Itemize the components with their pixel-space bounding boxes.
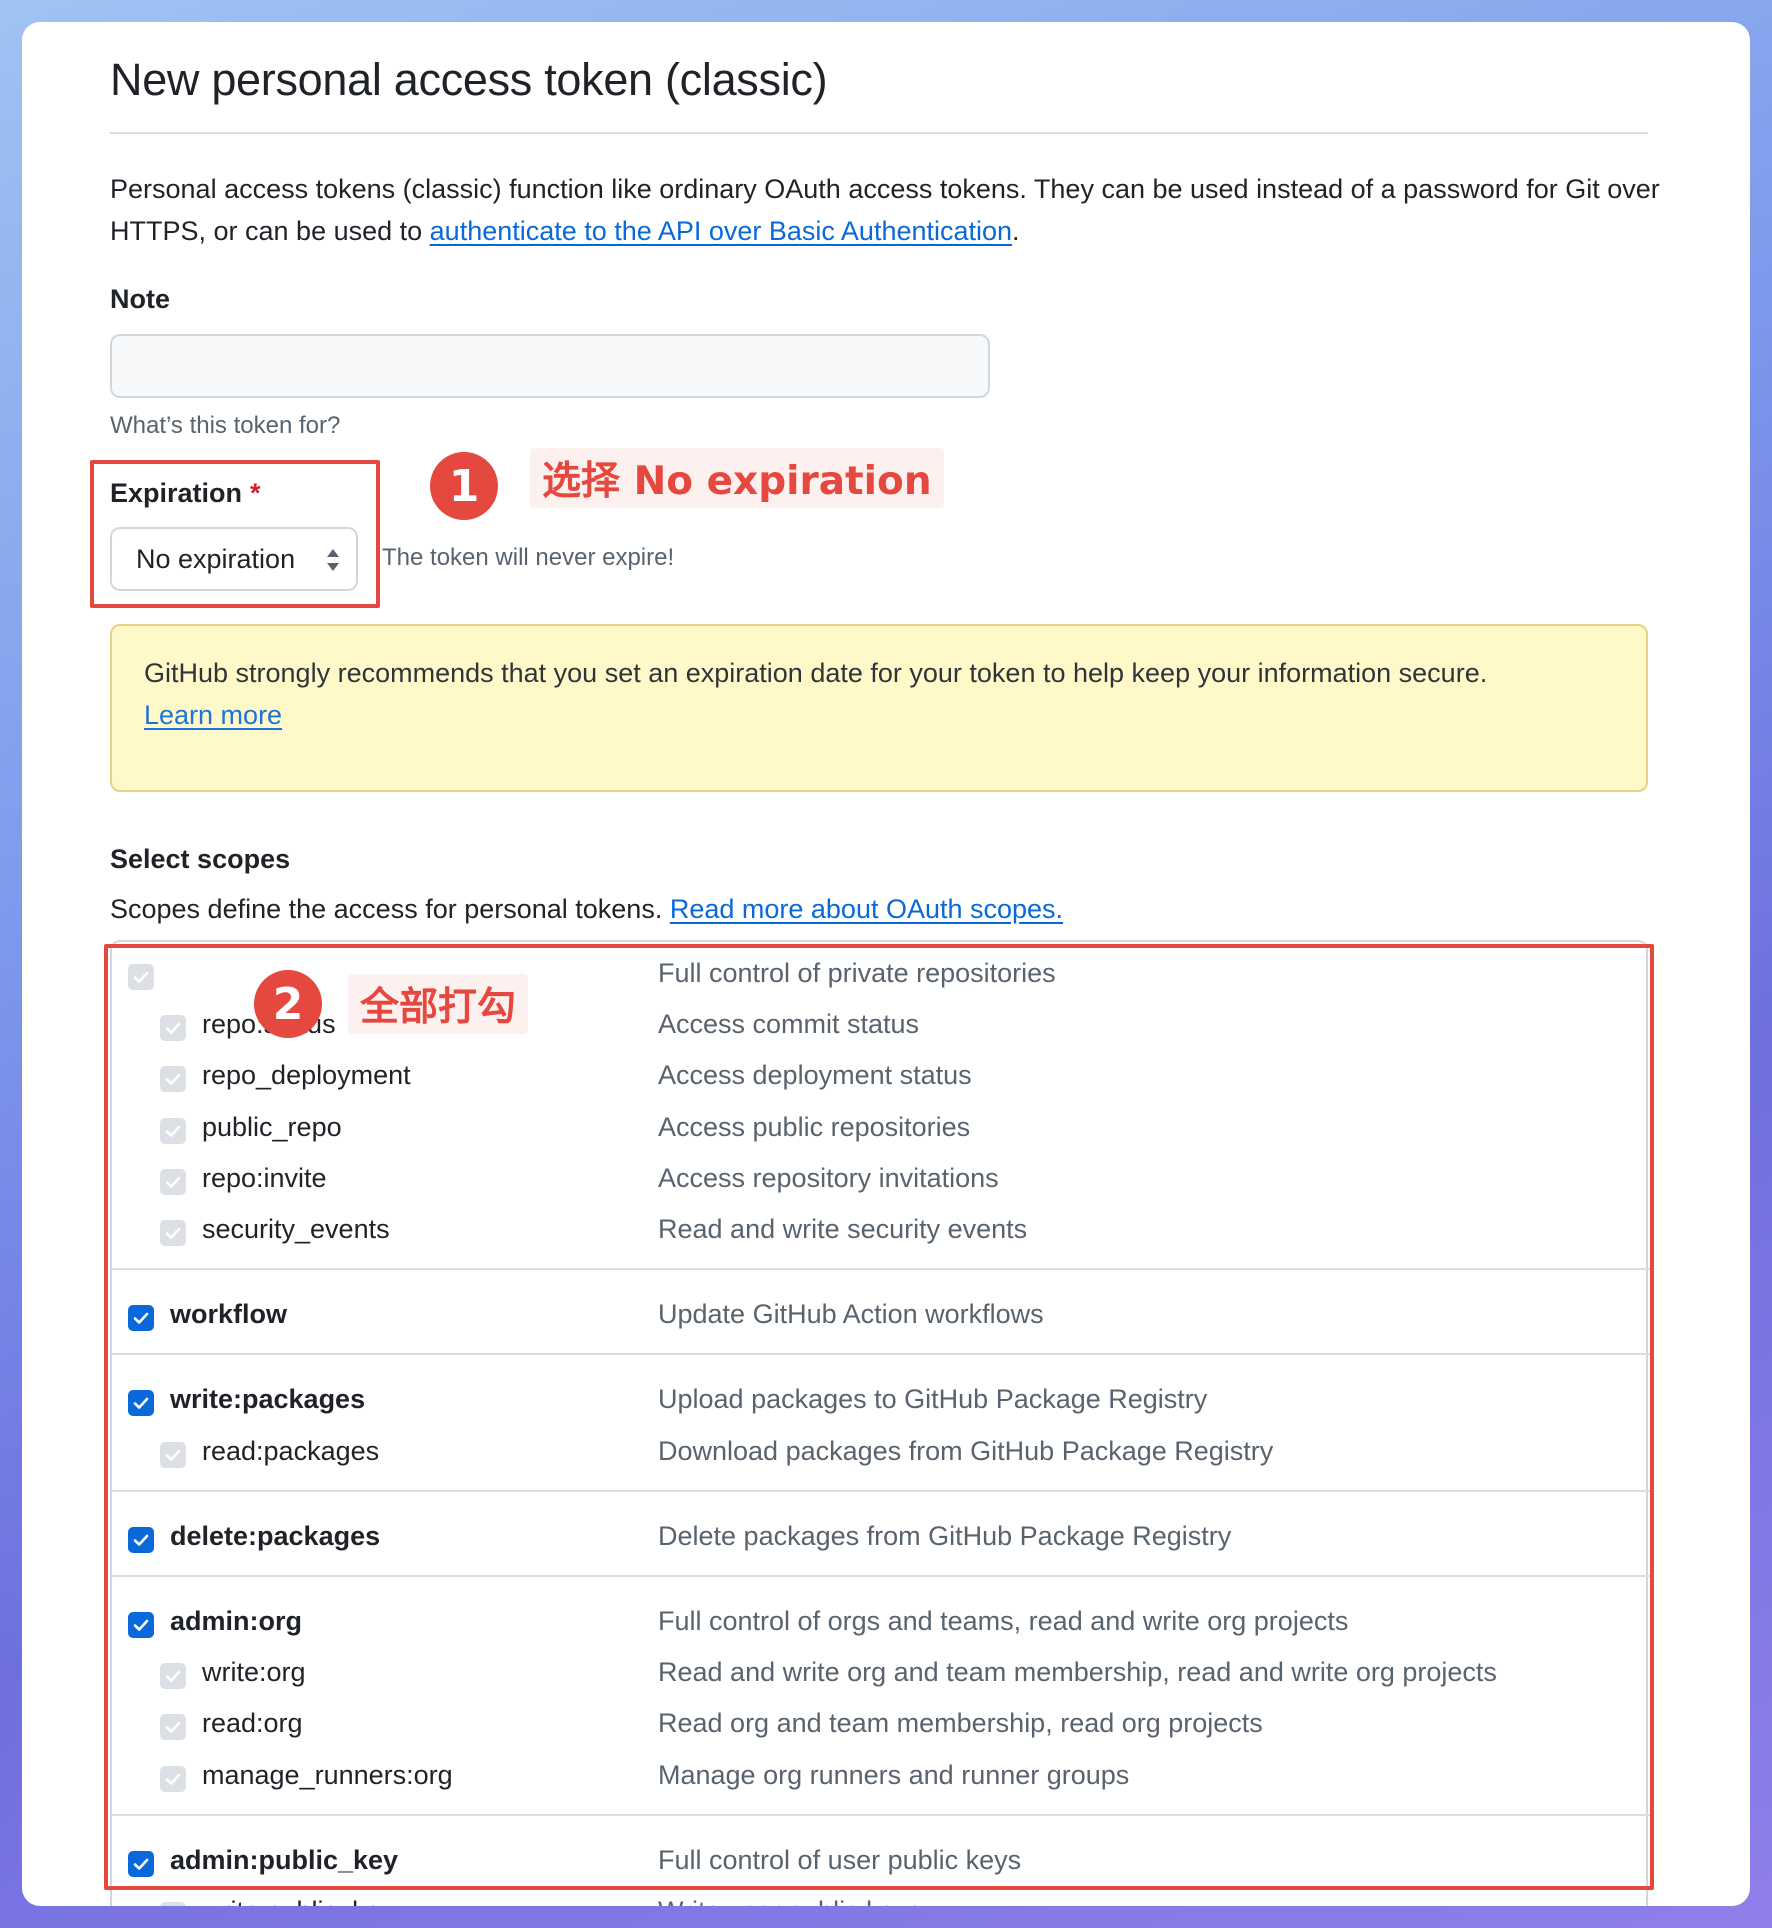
- learn-more-link[interactable]: Learn more: [144, 700, 282, 730]
- scope-name: write:public_key: [202, 1896, 394, 1906]
- scope-name: read:packages: [202, 1435, 380, 1466]
- scope-description: Access public repositories: [658, 1111, 971, 1142]
- scope-group-divider: [112, 1575, 1650, 1577]
- scope-name: workflow: [170, 1299, 288, 1330]
- scope-description: Read org and team membership, read org p…: [658, 1708, 1263, 1739]
- step2-callout: 全部打勾: [348, 974, 529, 1034]
- step1-highlight-box: [90, 460, 380, 608]
- scope-checkbox[interactable]: [128, 1850, 154, 1877]
- oauth-scopes-link[interactable]: Read more about OAuth scopes.: [670, 894, 1063, 924]
- scope-checkbox[interactable]: [128, 964, 154, 990]
- scope-name: write:packages: [170, 1384, 366, 1415]
- scope-subrow: public_repo Access public repositories: [112, 1106, 1650, 1156]
- scope-checkbox[interactable]: [128, 1612, 154, 1638]
- scope-description: Delete packages from GitHub Package Regi…: [658, 1520, 1232, 1551]
- scope-row: workflow Update GitHub Action workflows: [112, 1293, 1650, 1343]
- scope-row: write:packages Upload packages to GitHub …: [112, 1378, 1650, 1428]
- scope-row: admin:public_key Full control of user pub…: [112, 1839, 1650, 1889]
- scope-group-divider: [112, 1813, 1650, 1816]
- scopes-heading: Select scopes: [110, 844, 291, 874]
- scope-subrow: security_events Read and write security e…: [112, 1208, 1650, 1258]
- scope-checkbox[interactable]: [160, 1015, 186, 1042]
- scope-description: Full control of user public keys: [658, 1844, 1022, 1875]
- scope-name: admin:org: [170, 1606, 302, 1636]
- scope-checkbox[interactable]: [160, 1441, 186, 1468]
- scope-description: Download packages from GitHub Package Re…: [658, 1435, 1274, 1466]
- step1-badge: 1: [430, 452, 498, 520]
- note-label: Note: [110, 284, 170, 314]
- scope-description: Upload packages to GitHub Package Regist…: [658, 1384, 1208, 1415]
- scope-checkbox[interactable]: [160, 1117, 186, 1144]
- token-form-card: New personal access token (classic) Pers…: [22, 22, 1750, 1906]
- scope-subrow: repo:statusAccess commit status: [112, 1003, 1650, 1053]
- page-title: New personal access token (classic): [110, 54, 828, 105]
- scope-description: Full control of private repositories: [658, 958, 1056, 988]
- expiration-note: The token will never expire!: [382, 544, 675, 571]
- scope-checkbox[interactable]: [160, 1902, 186, 1906]
- scope-name: security_events: [202, 1214, 390, 1244]
- scope-checkbox[interactable]: [160, 1765, 186, 1792]
- scopes-desc-text: Scopes define the access for personal to…: [110, 894, 670, 924]
- scope-checkbox[interactable]: [128, 1390, 154, 1417]
- scope-checkbox[interactable]: [160, 1220, 186, 1246]
- scope-group-divider: [112, 1268, 1650, 1271]
- expiration-warning: GitHub strongly recommends that you set …: [110, 624, 1648, 792]
- note-hint: What’s this token for?: [110, 412, 341, 439]
- scope-name: admin:public_key: [170, 1844, 399, 1875]
- scope-checkbox[interactable]: [160, 1066, 186, 1093]
- scope-name: delete:packages: [170, 1520, 381, 1551]
- scope-subrow: read:packages Download packages from GitH…: [112, 1430, 1650, 1480]
- scope-subrow: write:org Read and write org and team mem…: [112, 1651, 1650, 1701]
- scope-group-divider: [112, 1353, 1650, 1356]
- step2-badge: 2: [254, 970, 322, 1038]
- scope-subrow: write:public_key Write user public keys: [112, 1890, 1650, 1906]
- scope-row: admin:org Full control of orgs and teams,…: [112, 1600, 1650, 1650]
- scope-subrow: repo:invite Access repository invitations: [112, 1157, 1650, 1207]
- scope-name: read:org: [202, 1708, 303, 1739]
- scope-description: Read and write org and team membership, …: [658, 1657, 1497, 1688]
- scope-name: repo:invite: [202, 1162, 327, 1193]
- scopes-description: Scopes define the access for personal to…: [110, 894, 1063, 925]
- scope-description: Update GitHub Action workflows: [658, 1299, 1044, 1330]
- scope-name: write:org: [202, 1657, 306, 1688]
- scope-description: Access repository invitations: [658, 1162, 999, 1193]
- scope-subrow: manage_runners:org Manage org runners and…: [112, 1754, 1650, 1804]
- scope-description: Read and write security events: [658, 1214, 1028, 1244]
- scope-list: Full control of private repositories repo…: [110, 940, 1650, 1906]
- scope-name: manage_runners:org: [202, 1759, 453, 1790]
- scope-row: Full control of private repositories: [112, 952, 1650, 1002]
- scope-description: Manage org runners and runner groups: [658, 1759, 1130, 1790]
- scope-description: Full control of orgs and teams, read and…: [658, 1606, 1349, 1636]
- warning-text: GitHub strongly recommends that you set …: [144, 658, 1488, 688]
- scope-description: Access commit status: [658, 1009, 920, 1040]
- step1-callout: 选择 No expiration: [530, 448, 944, 508]
- title-divider: [110, 132, 1648, 134]
- scope-subrow: read:org Read org and team membership, re…: [112, 1702, 1650, 1752]
- scope-row: delete:packages Delete packages from GitH…: [112, 1515, 1650, 1565]
- scope-name: repo_deployment: [202, 1060, 411, 1091]
- scope-checkbox[interactable]: [128, 1526, 154, 1553]
- intro-end: .: [1012, 216, 1020, 246]
- scope-subrow: repo_deployment Access deployment status: [112, 1054, 1650, 1104]
- scope-name: public_repo: [202, 1111, 342, 1142]
- scope-checkbox[interactable]: [160, 1168, 186, 1195]
- scope-description: Access deployment status: [658, 1060, 972, 1091]
- scope-checkbox[interactable]: [160, 1714, 186, 1741]
- scope-checkbox[interactable]: [128, 1305, 154, 1332]
- scope-group-divider: [112, 1489, 1650, 1492]
- intro-paragraph: Personal access tokens (classic) functio…: [110, 168, 1670, 252]
- scope-checkbox[interactable]: [160, 1663, 186, 1690]
- basic-auth-link[interactable]: authenticate to the API over Basic Authe…: [430, 216, 1012, 246]
- note-input[interactable]: [110, 334, 990, 398]
- scope-description: Write user public keys: [658, 1896, 922, 1906]
